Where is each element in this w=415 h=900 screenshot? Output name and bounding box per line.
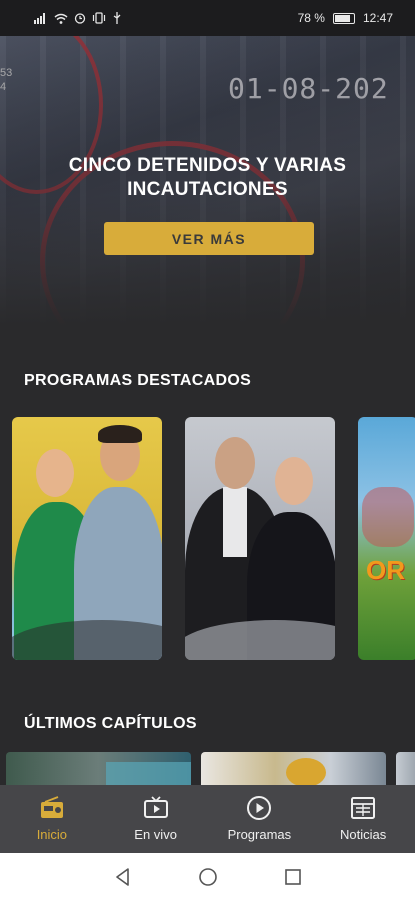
thumbnail-detail <box>286 758 326 787</box>
battery-icon <box>332 12 355 24</box>
back-icon[interactable] <box>112 866 134 888</box>
contestants <box>362 487 414 547</box>
vibrate-icon <box>92 12 106 24</box>
nav-label: En vivo <box>134 827 177 842</box>
signal-icon <box>34 12 45 24</box>
tv-icon <box>143 796 168 818</box>
hero-headline: CINCO DETENIDOS Y VARIAS INCAUTACIONES <box>0 154 415 202</box>
host-head <box>275 457 313 505</box>
system-navigation-bar <box>0 853 415 900</box>
chapter-thumbnail[interactable] <box>201 752 386 787</box>
battery-percent: 78 % <box>297 11 325 25</box>
host-hair <box>98 425 142 443</box>
newspaper-icon <box>351 797 376 819</box>
show-logo: OR <box>366 555 405 585</box>
home-icon[interactable] <box>197 866 219 888</box>
host-shirt <box>223 487 247 557</box>
host-head <box>215 437 255 489</box>
wifi-icon <box>54 13 68 24</box>
nav-programas[interactable]: Programas <box>208 785 312 853</box>
latest-chapters-carousel[interactable] <box>0 752 415 787</box>
see-more-button[interactable]: VER MÁS <box>104 222 314 255</box>
status-right: 78 % 12:47 <box>298 11 393 25</box>
alarm-icon <box>74 13 86 24</box>
featured-programs-carousel[interactable]: OR <box>12 417 415 662</box>
chapter-thumbnail[interactable] <box>6 752 191 787</box>
nav-label: Inicio <box>36 827 68 842</box>
recents-icon[interactable] <box>282 866 304 888</box>
play-circle-icon <box>247 796 272 820</box>
hero-banner[interactable]: 53 4 01-08-202 CINCO DETENIDOS Y VARIAS … <box>0 36 415 326</box>
usb-icon <box>113 12 121 24</box>
chapters-section-title: ÚLTIMOS CAPÍTULOS <box>24 715 197 732</box>
hero-headline-line1: CINCO DETENIDOS Y VARIAS <box>68 155 347 176</box>
nav-label: Noticias <box>340 827 387 842</box>
thumbnail-detail <box>106 762 191 787</box>
chapter-thumbnail[interactable] <box>396 752 415 787</box>
program-card[interactable] <box>12 417 162 660</box>
nav-label: Programas <box>227 827 292 842</box>
status-icons <box>34 12 122 24</box>
status-bar: 78 % 12:47 <box>0 0 415 36</box>
featured-section-title: PROGRAMAS DESTACADOS <box>24 372 252 389</box>
radio-icon <box>40 796 63 818</box>
nav-en-vivo[interactable]: En vivo <box>104 785 208 853</box>
nav-inicio[interactable]: Inicio <box>0 785 104 853</box>
bottom-navigation: Inicio En vivo Programas Noticias <box>0 785 415 853</box>
program-card[interactable] <box>185 417 335 660</box>
host-head <box>36 449 74 497</box>
clock: 12:47 <box>362 11 393 25</box>
hero-headline-line2: INCAUTACIONES <box>127 179 288 200</box>
nav-noticias[interactable]: Noticias <box>311 785 415 853</box>
program-card[interactable]: OR <box>358 417 415 660</box>
